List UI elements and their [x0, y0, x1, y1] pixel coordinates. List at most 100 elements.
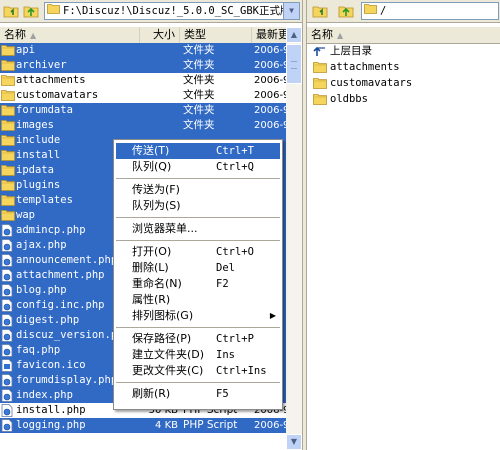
sort-asc-icon: ▲ [337, 31, 344, 40]
file-name: logging.php [16, 419, 86, 431]
scroll-down-icon[interactable]: ▼ [286, 434, 302, 450]
menu-item[interactable]: 浏览器菜单... [116, 221, 280, 237]
file-size: 4 KB [155, 420, 178, 431]
menu-item-shortcut: Ctrl+T [216, 145, 254, 157]
scroll-thumb[interactable] [286, 44, 302, 84]
menu-item-shortcut: Ins [216, 349, 235, 361]
menu-item-label: 排列图标(G) [132, 309, 194, 322]
php-file-icon [1, 224, 15, 237]
menu-item[interactable]: 传送(T) Ctrl+T [116, 143, 280, 159]
folder-icon [364, 3, 377, 19]
right-toolbar: / [307, 0, 500, 23]
file-row[interactable]: oldbbs [307, 91, 500, 107]
file-name: oldbbs [330, 93, 368, 105]
left-path-combobox[interactable]: F:\Discuz!\Discuz!_5.0.0_SC_GBK正式版 ▼ [44, 2, 300, 20]
menu-separator [116, 178, 280, 179]
folder-icon [1, 149, 15, 162]
menu-item[interactable]: 建立文件夹(D) Ins [116, 347, 280, 363]
file-name: images [16, 119, 54, 131]
menu-item[interactable]: 更改文件夹(C) Ctrl+Ins [116, 363, 280, 379]
left-scrollbar[interactable]: ▲ ▼ [286, 27, 302, 450]
menu-separator [116, 382, 280, 383]
menu-item-label: 传送为(F) [132, 183, 180, 196]
file-type: 文件夹 [183, 59, 215, 71]
up-folder-icon[interactable] [22, 2, 40, 20]
right-path-text: / [380, 5, 387, 17]
file-row[interactable]: customavatars 文件夹 2006-9 [0, 88, 286, 103]
menu-item-label: 队列(Q) [132, 160, 172, 173]
menu-item-label: 更改文件夹(C) [132, 364, 204, 377]
php-file-icon [1, 389, 15, 402]
file-name: attachments [16, 74, 86, 86]
home-folder-icon[interactable] [311, 2, 329, 20]
header-name[interactable]: 名称 ▲ [307, 27, 500, 43]
file-date: 2006-9 [254, 90, 286, 101]
menu-item[interactable]: 排列图标(G) ▶ [116, 308, 280, 324]
folder-icon [313, 77, 327, 89]
file-row[interactable]: forumdata 文件夹 2006-9 [0, 103, 286, 118]
folder-icon [1, 134, 15, 147]
menu-item-shortcut: Ctrl+Ins [216, 365, 267, 377]
folder-icon [313, 61, 327, 73]
folder-icon [1, 44, 15, 57]
chevron-down-icon[interactable]: ▼ [283, 3, 299, 19]
file-name: 上层目录 [330, 45, 372, 57]
php-file-icon [1, 314, 15, 327]
header-date[interactable]: 最新更 [252, 27, 286, 43]
file-row[interactable]: images 文件夹 2006-9 [0, 118, 286, 133]
menu-item[interactable]: 传送为(F) [116, 182, 280, 198]
right-file-list[interactable]: 上层目录 attachments customavatars oldbbs [307, 43, 500, 107]
file-row[interactable]: customavatars [307, 75, 500, 91]
menu-item[interactable]: 属性(R) [116, 292, 280, 308]
left-column-header: 名称 ▲ 大小 类型 最新更 [0, 27, 286, 44]
php-file-icon [1, 374, 15, 387]
file-type: 文件夹 [183, 104, 215, 116]
menu-item-label: 队列为(S) [132, 199, 181, 212]
php-file-icon [1, 344, 15, 357]
menu-item-shortcut: Del [216, 262, 235, 274]
header-name[interactable]: 名称 ▲ [0, 27, 140, 43]
folder-icon [1, 89, 15, 102]
up-folder-icon[interactable] [337, 2, 355, 20]
php-file-icon [1, 239, 15, 252]
file-date: 2006-9 [254, 45, 286, 56]
file-date: 2006-9 [254, 105, 286, 116]
scroll-up-icon[interactable]: ▲ [286, 27, 302, 43]
folder-icon [1, 104, 15, 117]
menu-item[interactable]: 保存路径(P) Ctrl+P [116, 331, 280, 347]
menu-item-shortcut: Ctrl+Q [216, 161, 254, 173]
file-type: PHP Script [183, 419, 238, 431]
menu-item[interactable]: 删除(L) Del [116, 260, 280, 276]
right-path-combobox[interactable]: / [361, 2, 499, 20]
file-name: attachments [330, 61, 400, 73]
menu-item-shortcut: Ctrl+O [216, 246, 254, 258]
menu-item-label: 删除(L) [132, 261, 169, 274]
file-type: 文件夹 [183, 44, 215, 56]
home-folder-icon[interactable] [2, 2, 20, 20]
file-row[interactable]: attachments [307, 59, 500, 75]
menu-item[interactable]: 重命名(N) F2 [116, 276, 280, 292]
folder-icon [1, 119, 15, 132]
file-row[interactable]: archiver 文件夹 2006-9 [0, 58, 286, 73]
menu-item-shortcut: F5 [216, 388, 229, 400]
file-row[interactable]: logging.php 4 KB PHP Script 2006-9 [0, 418, 286, 433]
menu-item[interactable]: 打开(O) Ctrl+O [116, 244, 280, 260]
php-file-icon [1, 404, 15, 417]
menu-item[interactable]: 队列为(S) [116, 198, 280, 214]
parent-directory-item[interactable]: 上层目录 [307, 43, 500, 59]
file-date: 2006-9 [254, 60, 286, 71]
file-name: customavatars [16, 89, 99, 101]
left-toolbar: F:\Discuz!\Discuz!_5.0.0_SC_GBK正式版 ▼ [0, 0, 302, 23]
header-size[interactable]: 大小 [140, 27, 180, 43]
menu-item[interactable]: 队列(Q) Ctrl+Q [116, 159, 280, 175]
folder-icon [1, 59, 15, 72]
php-file-icon [1, 419, 15, 432]
file-row[interactable]: attachments 文件夹 2006-9 [0, 73, 286, 88]
file-date: 2006-9 [254, 75, 286, 86]
file-type: 文件夹 [183, 89, 215, 101]
php-file-icon [1, 329, 15, 342]
submenu-arrow-icon: ▶ [269, 311, 276, 320]
menu-item[interactable]: 刷新(R) F5 [116, 386, 280, 402]
header-type[interactable]: 类型 [180, 27, 252, 43]
file-row[interactable]: api 文件夹 2006-9 [0, 43, 286, 58]
